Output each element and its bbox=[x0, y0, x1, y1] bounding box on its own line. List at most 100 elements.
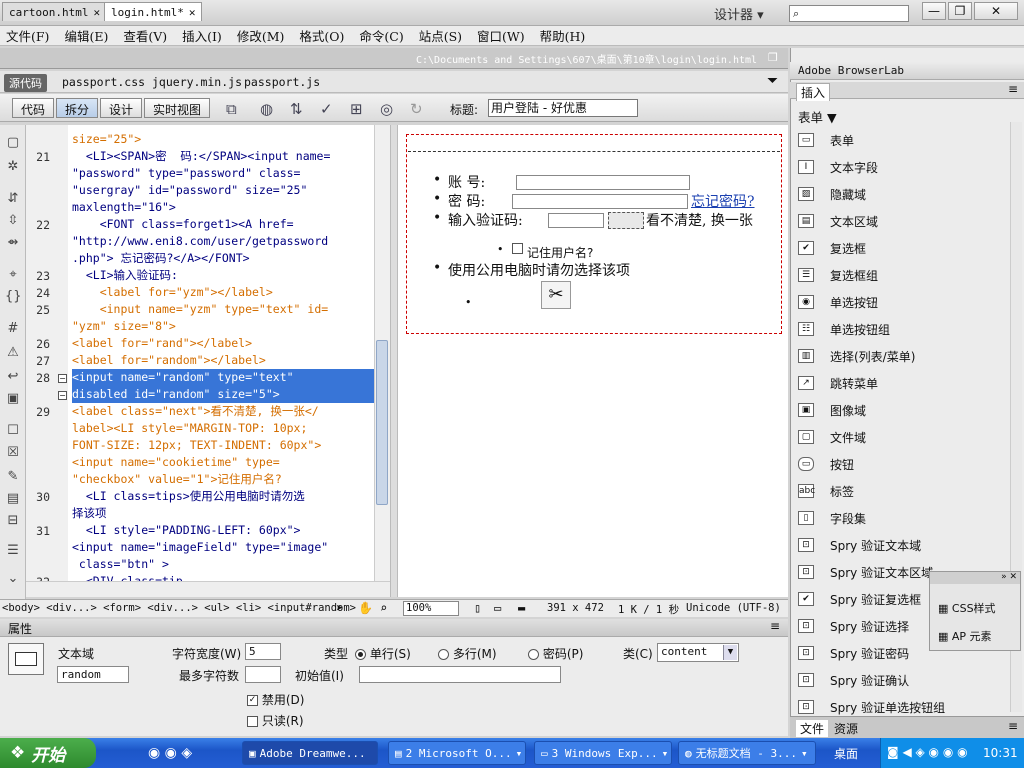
readonly-checkbox[interactable]: 只读(R) bbox=[247, 712, 304, 729]
ap-elements-item[interactable]: ▦ AP 元素 bbox=[938, 628, 992, 644]
tab-login[interactable]: login.html* ✕ bbox=[104, 2, 203, 21]
insert-tab[interactable]: 插入 bbox=[796, 83, 831, 101]
filter-icon[interactable]: ⏷ bbox=[767, 73, 778, 89]
show-code-navigator-icon[interactable]: ✲ bbox=[5, 159, 21, 174]
tag-selector[interactable]: <body> <div...> <form> <div...> <ul> <li… bbox=[2, 602, 356, 614]
source-code-button[interactable]: 源代码 bbox=[4, 74, 47, 92]
tray-icons[interactable]: ◙ ◀ ◈ ◉ ◉ ◉ bbox=[887, 745, 968, 759]
menu-help[interactable]: 帮助(H) bbox=[540, 26, 586, 45]
menu-insert[interactable]: 插入(I) bbox=[182, 26, 222, 45]
insert-file-field[interactable]: ▢ 文件域 bbox=[798, 427, 1008, 447]
format-source-icon[interactable]: ⌄ bbox=[5, 571, 21, 586]
captcha-input[interactable] bbox=[548, 213, 604, 228]
menu-format[interactable]: 格式(O) bbox=[299, 26, 344, 45]
random-field[interactable] bbox=[608, 212, 644, 229]
init-value-input[interactable] bbox=[359, 666, 561, 683]
max-chars-input[interactable] bbox=[245, 666, 281, 683]
refresh-icon[interactable]: ↻ bbox=[410, 100, 423, 118]
zoom-tool-icon[interactable]: ⌕ bbox=[380, 601, 387, 615]
restore-icon[interactable]: ❐ bbox=[768, 51, 778, 64]
page-title-input[interactable]: 用户登陆 - 好优惠 bbox=[488, 99, 638, 117]
help-search-input[interactable]: ⌕ bbox=[789, 5, 909, 22]
remember-checkbox[interactable] bbox=[512, 243, 523, 254]
tab-cartoon[interactable]: cartoon.html ✕ bbox=[2, 2, 108, 21]
visual-aids-icon[interactable]: ◎ bbox=[380, 100, 393, 118]
close-window-button[interactable]: ✕ bbox=[974, 2, 1018, 20]
desktop-toolbar-label[interactable]: 桌面 bbox=[834, 745, 858, 762]
check-browser-icon[interactable]: ⊞ bbox=[350, 100, 363, 118]
insert-text-field[interactable]: I 文本字段 bbox=[798, 157, 1008, 177]
insert-spry-confirm[interactable]: ⊡ Spry 验证确认 bbox=[798, 670, 1008, 690]
file-management-icon[interactable]: ⇅ bbox=[290, 100, 303, 118]
insert-spry-radio-group[interactable]: ⊡ Spry 验证单选按钮组 bbox=[798, 697, 1008, 717]
menu-window[interactable]: 窗口(W) bbox=[477, 26, 525, 45]
code-horizontal-scrollbar[interactable] bbox=[26, 581, 390, 597]
insert-radio-group[interactable]: ☷ 单选按钮组 bbox=[798, 319, 1008, 339]
disabled-checkbox[interactable]: ✓ 禁用(D) bbox=[247, 691, 304, 708]
insert-textarea[interactable]: ▤ 文本区域 bbox=[798, 211, 1008, 231]
insert-category-select[interactable]: 表单 ▼ bbox=[798, 107, 837, 126]
panel-menu-icon[interactable]: ≡ bbox=[1008, 719, 1018, 733]
w3c-validation-icon[interactable]: ✓ bbox=[320, 100, 333, 118]
indent-code-icon[interactable]: ☰ bbox=[5, 543, 21, 558]
related-file[interactable]: passport.js bbox=[244, 75, 320, 89]
browserlab-panel-header[interactable]: Adobe BrowserLab bbox=[790, 62, 1024, 80]
split-view-button[interactable]: 拆分 bbox=[56, 98, 99, 118]
mobile-size-icon[interactable]: ▯ bbox=[474, 601, 481, 615]
insert-fieldset[interactable]: ▯ 字段集 bbox=[798, 508, 1008, 528]
scrollbar-thumb[interactable] bbox=[376, 340, 388, 505]
insert-checkbox[interactable]: ✔ 复选框 bbox=[798, 238, 1008, 258]
code-editor[interactable]: size="25"> <LI><SPAN>密 码:</SPAN><input n… bbox=[68, 125, 374, 581]
tab-files[interactable]: 文件 bbox=[796, 720, 829, 737]
forgot-password-link[interactable]: 忘记密码? bbox=[691, 191, 755, 211]
collapse-tag-icon[interactable]: ⇵ bbox=[5, 191, 21, 206]
desktop-size-icon[interactable]: ▬ bbox=[518, 601, 525, 615]
class-select[interactable]: content ▼ bbox=[657, 643, 739, 662]
insert-checkbox-group[interactable]: ☰ 复选框组 bbox=[798, 265, 1008, 285]
open-documents-icon[interactable]: ▢ bbox=[5, 135, 21, 150]
wrap-tag-icon[interactable]: ✎ bbox=[5, 469, 21, 484]
type-multi-radio[interactable]: 多行(M) bbox=[438, 645, 497, 662]
menu-site[interactable]: 站点(S) bbox=[419, 26, 462, 45]
insert-jump-menu[interactable]: ↗ 跳转菜单 bbox=[798, 373, 1008, 393]
start-button[interactable]: ❖ 开始 bbox=[0, 738, 96, 768]
image-field-icon[interactable]: ✂ bbox=[541, 281, 571, 309]
balance-braces-icon[interactable]: {} bbox=[5, 289, 22, 304]
insert-spry-textfield[interactable]: ⊡ Spry 验证文本域 bbox=[798, 535, 1008, 555]
related-file[interactable]: passport.css bbox=[62, 75, 145, 89]
hand-tool-icon[interactable]: ✋ bbox=[358, 601, 373, 615]
live-view-button[interactable]: 实时视图 bbox=[144, 98, 211, 118]
quicklaunch-icons[interactable]: ◉ ◉ ◈ bbox=[148, 745, 192, 761]
properties-header[interactable]: 属性 ≡ bbox=[0, 619, 788, 637]
task-browser[interactable]: ◍ 无标题文档 - 3... ▾ bbox=[678, 741, 816, 765]
type-single-radio[interactable]: 单行(S) bbox=[355, 645, 411, 662]
collapse-selection-icon[interactable]: ⇳ bbox=[5, 213, 21, 228]
floating-panel-header[interactable]: » ✕ bbox=[930, 572, 1020, 584]
design-view-button[interactable]: 设计 bbox=[100, 98, 143, 118]
related-file[interactable]: jquery.min.js bbox=[152, 75, 242, 89]
insert-radio[interactable]: ◉ 单选按钮 bbox=[798, 292, 1008, 312]
password-field[interactable] bbox=[512, 194, 688, 209]
type-password-radio[interactable]: 密码(P) bbox=[528, 645, 583, 662]
task-explorer[interactable]: ▭ 3 Windows Exp... ▾ bbox=[534, 741, 672, 765]
syntax-coloring-icon[interactable]: ▣ bbox=[5, 391, 21, 406]
fold-toggle-icon[interactable]: − bbox=[58, 391, 67, 400]
element-name-input[interactable]: random bbox=[57, 666, 129, 683]
menu-modify[interactable]: 修改(M) bbox=[237, 26, 285, 45]
minimize-button[interactable]: — bbox=[922, 2, 946, 20]
task-dreamweaver[interactable]: ▣ Adobe Dreamwe... bbox=[242, 741, 378, 765]
panel-menu-icon[interactable]: ≡ bbox=[770, 619, 780, 633]
tablet-size-icon[interactable]: ▭ bbox=[494, 601, 501, 615]
char-width-input[interactable]: 5 bbox=[245, 643, 281, 660]
insert-label[interactable]: abc 标签 bbox=[798, 481, 1008, 501]
task-word[interactable]: ▤ 2 Microsoft O... ▾ bbox=[388, 741, 526, 765]
menu-commands[interactable]: 命令(C) bbox=[359, 26, 403, 45]
apply-comment-icon[interactable]: ☐ bbox=[5, 423, 21, 438]
close-icon[interactable]: ✕ bbox=[93, 6, 100, 19]
workspace-switcher[interactable]: 设计器 ▾ bbox=[714, 4, 764, 23]
multiscreen-icon[interactable]: ⧉ bbox=[226, 100, 237, 118]
panel-menu-icon[interactable]: ≡ bbox=[1008, 82, 1018, 96]
line-numbers-icon[interactable]: # bbox=[5, 321, 21, 336]
menu-edit[interactable]: 编辑(E) bbox=[64, 26, 108, 45]
insert-image-field[interactable]: ▣ 图像域 bbox=[798, 400, 1008, 420]
